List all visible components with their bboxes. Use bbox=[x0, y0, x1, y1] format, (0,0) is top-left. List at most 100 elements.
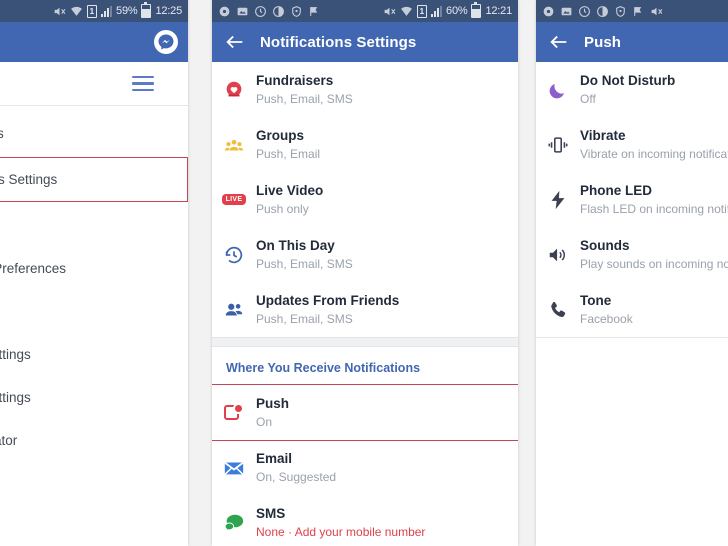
back-arrow-icon[interactable] bbox=[224, 31, 246, 53]
notification-types-list: Fundraisers Push, Email, SMS Groups Push… bbox=[212, 62, 518, 337]
menu-item-5[interactable]: Settings bbox=[0, 333, 188, 376]
row-text: Updates From Friends Push, Email, SMS bbox=[256, 292, 405, 327]
live-video-icon: LIVE bbox=[212, 194, 256, 205]
wifi-icon bbox=[400, 5, 413, 18]
row-on-this-day[interactable]: On This Day Push, Email, SMS bbox=[212, 227, 518, 282]
status-bar-notification-icons-right bbox=[542, 5, 728, 18]
play-flag-icon bbox=[632, 5, 645, 18]
row-groups[interactable]: Groups Push, Email bbox=[212, 117, 518, 172]
status-bar-right bbox=[536, 0, 728, 22]
status-bar-middle: 1 60% 12:21 bbox=[212, 0, 518, 22]
facebook-settings-menu-list: ngs ons Settings s d Preferences er Sett… bbox=[0, 106, 188, 462]
row-subtitle: Push, Email bbox=[256, 147, 321, 161]
notification-channels-list: Push On Email On, Suggested SMS None · A… bbox=[212, 384, 518, 546]
row-subtitle: Push, Email, SMS bbox=[256, 92, 353, 106]
status-bar-notification-icons bbox=[0, 5, 53, 18]
row-text: Groups Push, Email bbox=[256, 127, 326, 162]
status-bar-system-icons-middle: 1 60% 12:21 bbox=[383, 2, 512, 18]
messenger-icon[interactable] bbox=[154, 30, 178, 54]
row-fundraisers[interactable]: Fundraisers Push, Email, SMS bbox=[212, 62, 518, 117]
signal-strength-icon bbox=[101, 5, 113, 17]
puzzle-app-icon bbox=[542, 5, 555, 18]
sim-indicator: 1 bbox=[416, 4, 428, 18]
email-icon bbox=[212, 457, 256, 479]
row-subtitle: Off bbox=[580, 92, 596, 106]
updates-from-friends-icon bbox=[212, 299, 256, 321]
row-vibrate[interactable]: Vibrate Vibrate on incoming notificatio bbox=[536, 117, 728, 172]
signal-strength-icon bbox=[431, 5, 443, 17]
screenshot-stage: 1 59% 12:25 s s Settings Preferences tti… bbox=[0, 0, 728, 546]
sim-indicator: 1 bbox=[86, 4, 98, 18]
facebook-app-bar bbox=[0, 22, 188, 62]
menu-item-code-generator[interactable]: erator bbox=[0, 419, 188, 462]
battery-saver-icon bbox=[272, 5, 285, 18]
mute-icon bbox=[53, 5, 66, 18]
row-sms[interactable]: SMS None · Add your mobile number bbox=[212, 495, 518, 546]
notifications-settings-app-bar: Notifications Settings bbox=[212, 22, 518, 62]
row-text: Email On, Suggested bbox=[256, 450, 342, 485]
page-title: Notifications Settings bbox=[260, 33, 417, 51]
groups-icon bbox=[212, 134, 256, 156]
row-sounds[interactable]: Sounds Play sounds on incoming notif bbox=[536, 227, 728, 282]
row-live-video[interactable]: LIVE Live Video Push only bbox=[212, 172, 518, 227]
row-title: Do Not Disturb bbox=[580, 73, 676, 88]
row-email[interactable]: Email On, Suggested bbox=[212, 440, 518, 495]
menu-item-2[interactable]: s bbox=[0, 204, 188, 247]
push-settings-list: Do Not Disturb Off Vibrate Vibrate on in… bbox=[536, 62, 728, 337]
row-text: Live Video Push only bbox=[256, 182, 329, 217]
row-title: Groups bbox=[256, 128, 305, 143]
row-do-not-disturb[interactable]: Do Not Disturb Off bbox=[536, 62, 728, 117]
row-subtitle: Facebook bbox=[580, 312, 633, 326]
row-text: Do Not Disturb Off bbox=[580, 72, 675, 107]
menu-item-4[interactable]: er bbox=[0, 290, 188, 333]
page-title: Push bbox=[584, 33, 622, 51]
battery-percent-label: 60% bbox=[446, 5, 468, 17]
mute-icon bbox=[383, 5, 396, 18]
alarm-icon bbox=[254, 5, 267, 18]
menu-item-notifications-settings[interactable]: ons Settings bbox=[0, 157, 188, 202]
screenshot-icon bbox=[560, 5, 573, 18]
facebook-secondary-toolbar bbox=[0, 62, 188, 106]
row-text: Fundraisers Push, Email, SMS bbox=[256, 72, 359, 107]
bell-icon[interactable] bbox=[0, 70, 4, 97]
push-icon bbox=[212, 402, 256, 423]
row-title: On This Day bbox=[256, 238, 335, 253]
fundraisers-icon bbox=[212, 79, 256, 101]
menu-item-0[interactable]: ngs bbox=[0, 112, 188, 155]
clock-label: 12:21 bbox=[485, 5, 512, 17]
row-title: Tone bbox=[580, 293, 612, 308]
do-not-disturb-icon bbox=[536, 79, 580, 101]
row-text: Sounds Play sounds on incoming notif bbox=[580, 237, 728, 272]
row-push[interactable]: Push On bbox=[212, 384, 518, 441]
row-subtitle: Push only bbox=[256, 202, 309, 216]
row-text: Vibrate Vibrate on incoming notificatio bbox=[580, 127, 728, 162]
hamburger-menu-icon[interactable] bbox=[132, 75, 154, 92]
sms-icon bbox=[212, 512, 256, 534]
row-title: Push bbox=[256, 396, 290, 411]
alarm-icon bbox=[578, 5, 591, 18]
sounds-icon bbox=[536, 244, 580, 266]
row-text: SMS None · Add your mobile number bbox=[256, 505, 431, 540]
tone-icon bbox=[536, 299, 580, 321]
row-text: On This Day Push, Email, SMS bbox=[256, 237, 359, 272]
row-title: Email bbox=[256, 451, 293, 466]
on-this-day-icon bbox=[212, 244, 256, 266]
row-text: Push On bbox=[256, 395, 295, 430]
push-app-bar: Push bbox=[536, 22, 728, 62]
menu-item-news-feed-preferences[interactable]: d Preferences bbox=[0, 247, 188, 290]
row-title: Phone LED bbox=[580, 183, 653, 198]
back-arrow-icon[interactable] bbox=[548, 31, 570, 53]
row-updates-from-friends[interactable]: Updates From Friends Push, Email, SMS bbox=[212, 282, 518, 337]
row-phone-led[interactable]: Phone LED Flash LED on incoming notific bbox=[536, 172, 728, 227]
row-subtitle: Push, Email, SMS bbox=[256, 312, 353, 326]
row-text: Tone Facebook bbox=[580, 292, 633, 327]
row-text: Phone LED Flash LED on incoming notific bbox=[580, 182, 728, 217]
battery-icon bbox=[471, 2, 482, 18]
row-subtitle: Vibrate on incoming notificatio bbox=[580, 147, 728, 161]
shield-icon bbox=[614, 5, 627, 18]
status-bar-system-icons: 1 59% 12:25 bbox=[53, 2, 182, 18]
menu-item-6[interactable]: Settings bbox=[0, 376, 188, 419]
row-tone[interactable]: Tone Facebook bbox=[536, 282, 728, 337]
section-header-where-you-receive: Where You Receive Notifications bbox=[226, 361, 421, 375]
row-subtitle: Play sounds on incoming notif bbox=[580, 257, 728, 271]
